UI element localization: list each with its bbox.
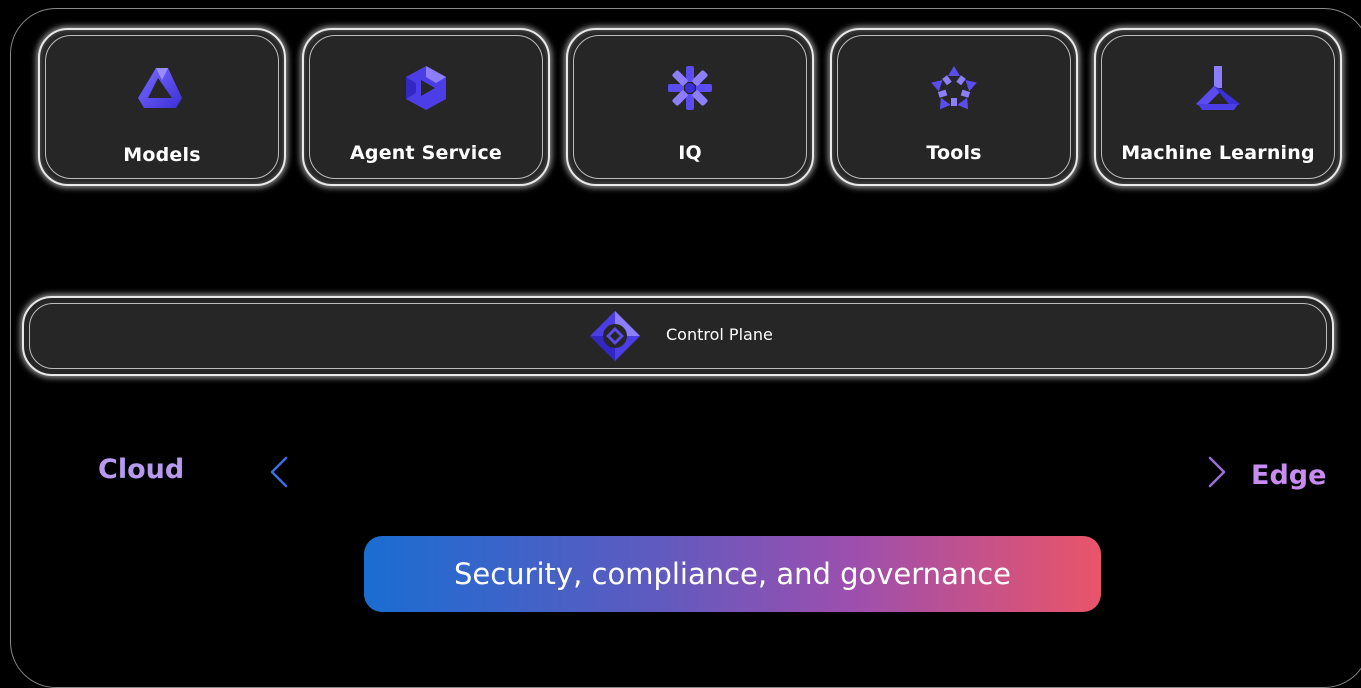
cloud-label: Cloud	[98, 454, 185, 485]
card-label: Tools	[926, 142, 982, 164]
models-icon	[138, 68, 182, 108]
card-label: IQ	[678, 142, 702, 164]
control-plane-icon	[590, 311, 640, 361]
control-plane-label: Control Plane	[666, 325, 773, 344]
card-label: Models	[123, 144, 201, 166]
card-label: Machine Learning	[1121, 142, 1315, 164]
machine-learning-icon	[1196, 66, 1240, 110]
card-label: Agent Service	[349, 142, 502, 164]
tools-icon	[931, 66, 977, 110]
agent-service-icon	[406, 66, 446, 110]
card-machine-learning[interactable]: Machine Learning	[1094, 28, 1342, 186]
card-tools[interactable]: Tools	[830, 28, 1078, 186]
edge-label: Edge	[1251, 460, 1327, 491]
security-banner: Security, compliance, and governance	[364, 536, 1101, 612]
card-iq[interactable]: IQ	[566, 28, 814, 186]
card-models[interactable]: Models	[38, 28, 286, 186]
cloud-edge-arrow	[270, 456, 1226, 488]
iq-icon	[668, 66, 712, 110]
card-agent-service[interactable]: Agent Service	[302, 28, 550, 186]
security-banner-label: Security, compliance, and governance	[453, 557, 1012, 591]
control-plane-bar[interactable]: Control Plane	[22, 296, 1334, 376]
